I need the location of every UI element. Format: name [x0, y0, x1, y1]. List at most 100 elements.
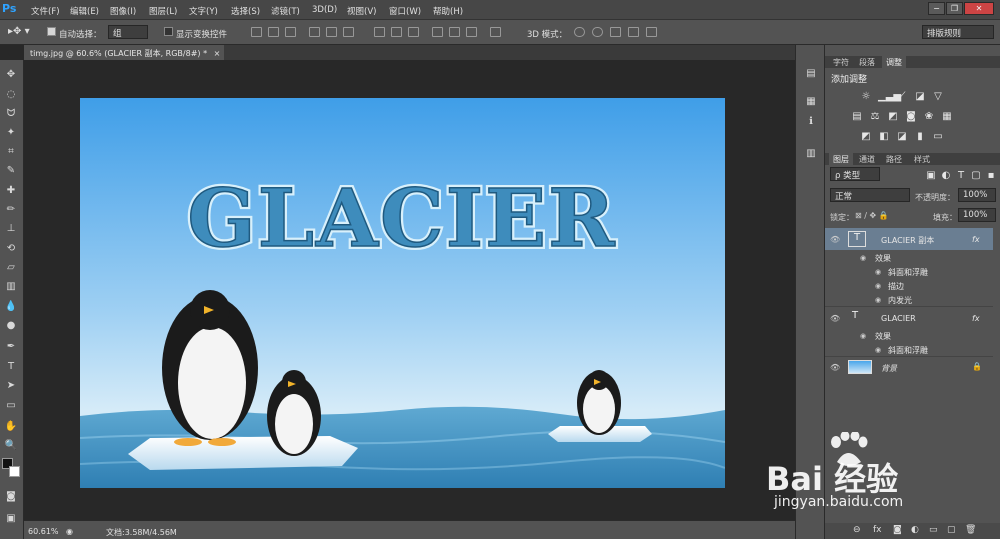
filter-shape-icon[interactable]: ▢	[970, 170, 982, 181]
hue-saturation-icon[interactable]: ▤	[851, 111, 863, 122]
effect-item[interactable]: ◉ 内发光	[825, 292, 993, 306]
move-tool-icon[interactable]: ▸✥ ▾	[8, 26, 30, 37]
status-menu-icon[interactable]: ◉	[66, 527, 73, 536]
filter-adjustment-icon[interactable]: ◐	[940, 170, 952, 181]
history-brush-tool-icon[interactable]: ⟲	[4, 242, 18, 256]
distribute-bottom-icon[interactable]	[408, 27, 419, 37]
3d-rotate-icon[interactable]	[574, 27, 585, 37]
path-selection-tool-icon[interactable]: ➤	[4, 379, 18, 393]
posterize-icon[interactable]: ◧	[878, 131, 890, 142]
effect-eye-icon[interactable]: ◉	[875, 268, 884, 277]
menu-file[interactable]: 文件(F)	[31, 5, 60, 17]
show-transform-checkbox[interactable]	[164, 27, 173, 36]
link-layers-icon[interactable]: ⊖	[853, 525, 861, 535]
distribute-right-icon[interactable]	[466, 27, 477, 37]
color-lookup-icon[interactable]: ▦	[941, 111, 953, 122]
effect-eye-icon[interactable]: ◉	[860, 332, 869, 341]
layer-glacier-copy[interactable]: 👁 T GLACIER 副本 fx	[825, 228, 993, 250]
levels-icon[interactable]: ▁▃▅	[878, 91, 901, 102]
visibility-eye-icon[interactable]: 👁	[830, 363, 840, 373]
tab-character[interactable]: 字符	[829, 56, 853, 68]
close-tab-icon[interactable]: ×	[214, 49, 221, 58]
auto-select-dropdown[interactable]: 组	[108, 25, 148, 39]
menu-image[interactable]: 图像(I)	[110, 5, 136, 17]
effect-item[interactable]: ◉ 斜面和浮雕	[825, 264, 993, 278]
menu-view[interactable]: 视图(V)	[347, 5, 376, 17]
tab-paths[interactable]: 路径	[882, 153, 906, 165]
menu-type[interactable]: 文字(Y)	[189, 5, 218, 17]
menu-window[interactable]: 窗口(W)	[389, 5, 421, 17]
magic-wand-tool-icon[interactable]: ✦	[4, 126, 18, 140]
info-panel-icon[interactable]: ℹ	[804, 115, 818, 129]
3d-roll-icon[interactable]	[592, 27, 603, 37]
lock-icons[interactable]: ⊠ ∕ ✥ 🔒	[855, 211, 889, 220]
tab-channels[interactable]: 通道	[855, 153, 879, 165]
zoom-level[interactable]: 60.61%	[28, 527, 59, 536]
dodge-tool-icon[interactable]: ●	[4, 319, 18, 333]
auto-select-checkbox[interactable]	[47, 27, 56, 36]
history-panel-icon[interactable]: ▤	[804, 67, 818, 81]
align-hcenter-icon[interactable]	[326, 27, 337, 37]
vibrance-icon[interactable]: ▽	[932, 91, 944, 102]
gradient-map-icon[interactable]: ▭	[932, 131, 944, 142]
delete-layer-icon[interactable]: 🗑	[965, 525, 976, 535]
3d-pan-icon[interactable]	[610, 27, 621, 37]
align-vcenter-icon[interactable]	[268, 27, 279, 37]
healing-brush-tool-icon[interactable]: ✚	[4, 184, 18, 198]
distribute-left-icon[interactable]	[432, 27, 443, 37]
curves-icon[interactable]: ⟋	[896, 91, 908, 102]
new-layer-icon[interactable]: ▢	[947, 525, 956, 535]
menu-edit[interactable]: 编辑(E)	[70, 5, 99, 17]
new-adjustment-icon[interactable]: ◐	[911, 525, 919, 535]
gradient-tool-icon[interactable]: ▥	[4, 280, 18, 294]
quick-mask-icon[interactable]: ◙	[4, 490, 18, 504]
align-left-icon[interactable]	[309, 27, 320, 37]
screen-mode-icon[interactable]: ▣	[4, 512, 18, 526]
menu-help[interactable]: 帮助(H)	[433, 5, 463, 17]
type-tool-icon[interactable]: T	[4, 360, 18, 374]
minimize-button[interactable]: −	[928, 2, 945, 15]
3d-slide-icon[interactable]	[628, 27, 639, 37]
opacity-input[interactable]: 100%	[958, 188, 996, 202]
distribute-vcenter-icon[interactable]	[391, 27, 402, 37]
menu-select[interactable]: 选择(S)	[231, 5, 260, 17]
brightness-icon[interactable]: ☼	[860, 91, 872, 102]
clone-stamp-tool-icon[interactable]: ⊥	[4, 222, 18, 236]
exposure-icon[interactable]: ◪	[914, 91, 926, 102]
black-white-icon[interactable]: ◩	[887, 111, 899, 122]
effect-eye-icon[interactable]: ◉	[860, 254, 869, 263]
channel-mixer-icon[interactable]: ❀	[923, 111, 935, 122]
zoom-tool-icon[interactable]: 🔍	[4, 439, 18, 453]
invert-icon[interactable]: ◩	[860, 131, 872, 142]
fill-input[interactable]: 100%	[958, 208, 996, 222]
brush-tool-icon[interactable]: ✏	[4, 203, 18, 217]
crop-tool-icon[interactable]: ⌗	[4, 145, 18, 159]
visibility-eye-icon[interactable]: 👁	[830, 314, 840, 324]
move-tool-icon[interactable]: ✥	[4, 68, 18, 82]
selective-color-icon[interactable]: ▮	[914, 131, 926, 142]
align-top-icon[interactable]	[251, 27, 262, 37]
menu-layer[interactable]: 图层(L)	[149, 5, 177, 17]
pen-tool-icon[interactable]: ✒	[4, 340, 18, 354]
effect-eye-icon[interactable]: ◉	[875, 296, 884, 305]
blend-mode-dropdown[interactable]: 正常	[830, 188, 910, 202]
rectangle-tool-icon[interactable]: ▭	[4, 399, 18, 413]
tab-adjustments[interactable]: 调整	[882, 56, 906, 68]
properties-panel-icon[interactable]: ▦	[804, 95, 818, 109]
photo-filter-icon[interactable]: ◙	[905, 111, 917, 122]
document-canvas[interactable]: GLACIER GLACIER	[80, 98, 725, 488]
hand-tool-icon[interactable]: ✋	[4, 420, 18, 434]
fx-icon[interactable]: fx	[972, 314, 980, 323]
add-mask-icon[interactable]: ◙	[893, 525, 902, 535]
add-style-icon[interactable]: fx	[873, 525, 882, 535]
tab-layers[interactable]: 图层	[829, 153, 853, 165]
background-color-swatch[interactable]	[9, 466, 20, 477]
effect-eye-icon[interactable]: ◉	[875, 346, 884, 355]
document-tab[interactable]: timg.jpg @ 60.6% (GLACIER 副本, RGB/8#) * …	[24, 45, 224, 60]
threshold-icon[interactable]: ◪	[896, 131, 908, 142]
align-bottom-icon[interactable]	[285, 27, 296, 37]
distribute-hcenter-icon[interactable]	[449, 27, 460, 37]
eraser-tool-icon[interactable]: ▱	[4, 261, 18, 275]
effect-item[interactable]: ◉ 斜面和浮雕	[825, 342, 993, 356]
blur-tool-icon[interactable]: 💧	[4, 300, 18, 314]
